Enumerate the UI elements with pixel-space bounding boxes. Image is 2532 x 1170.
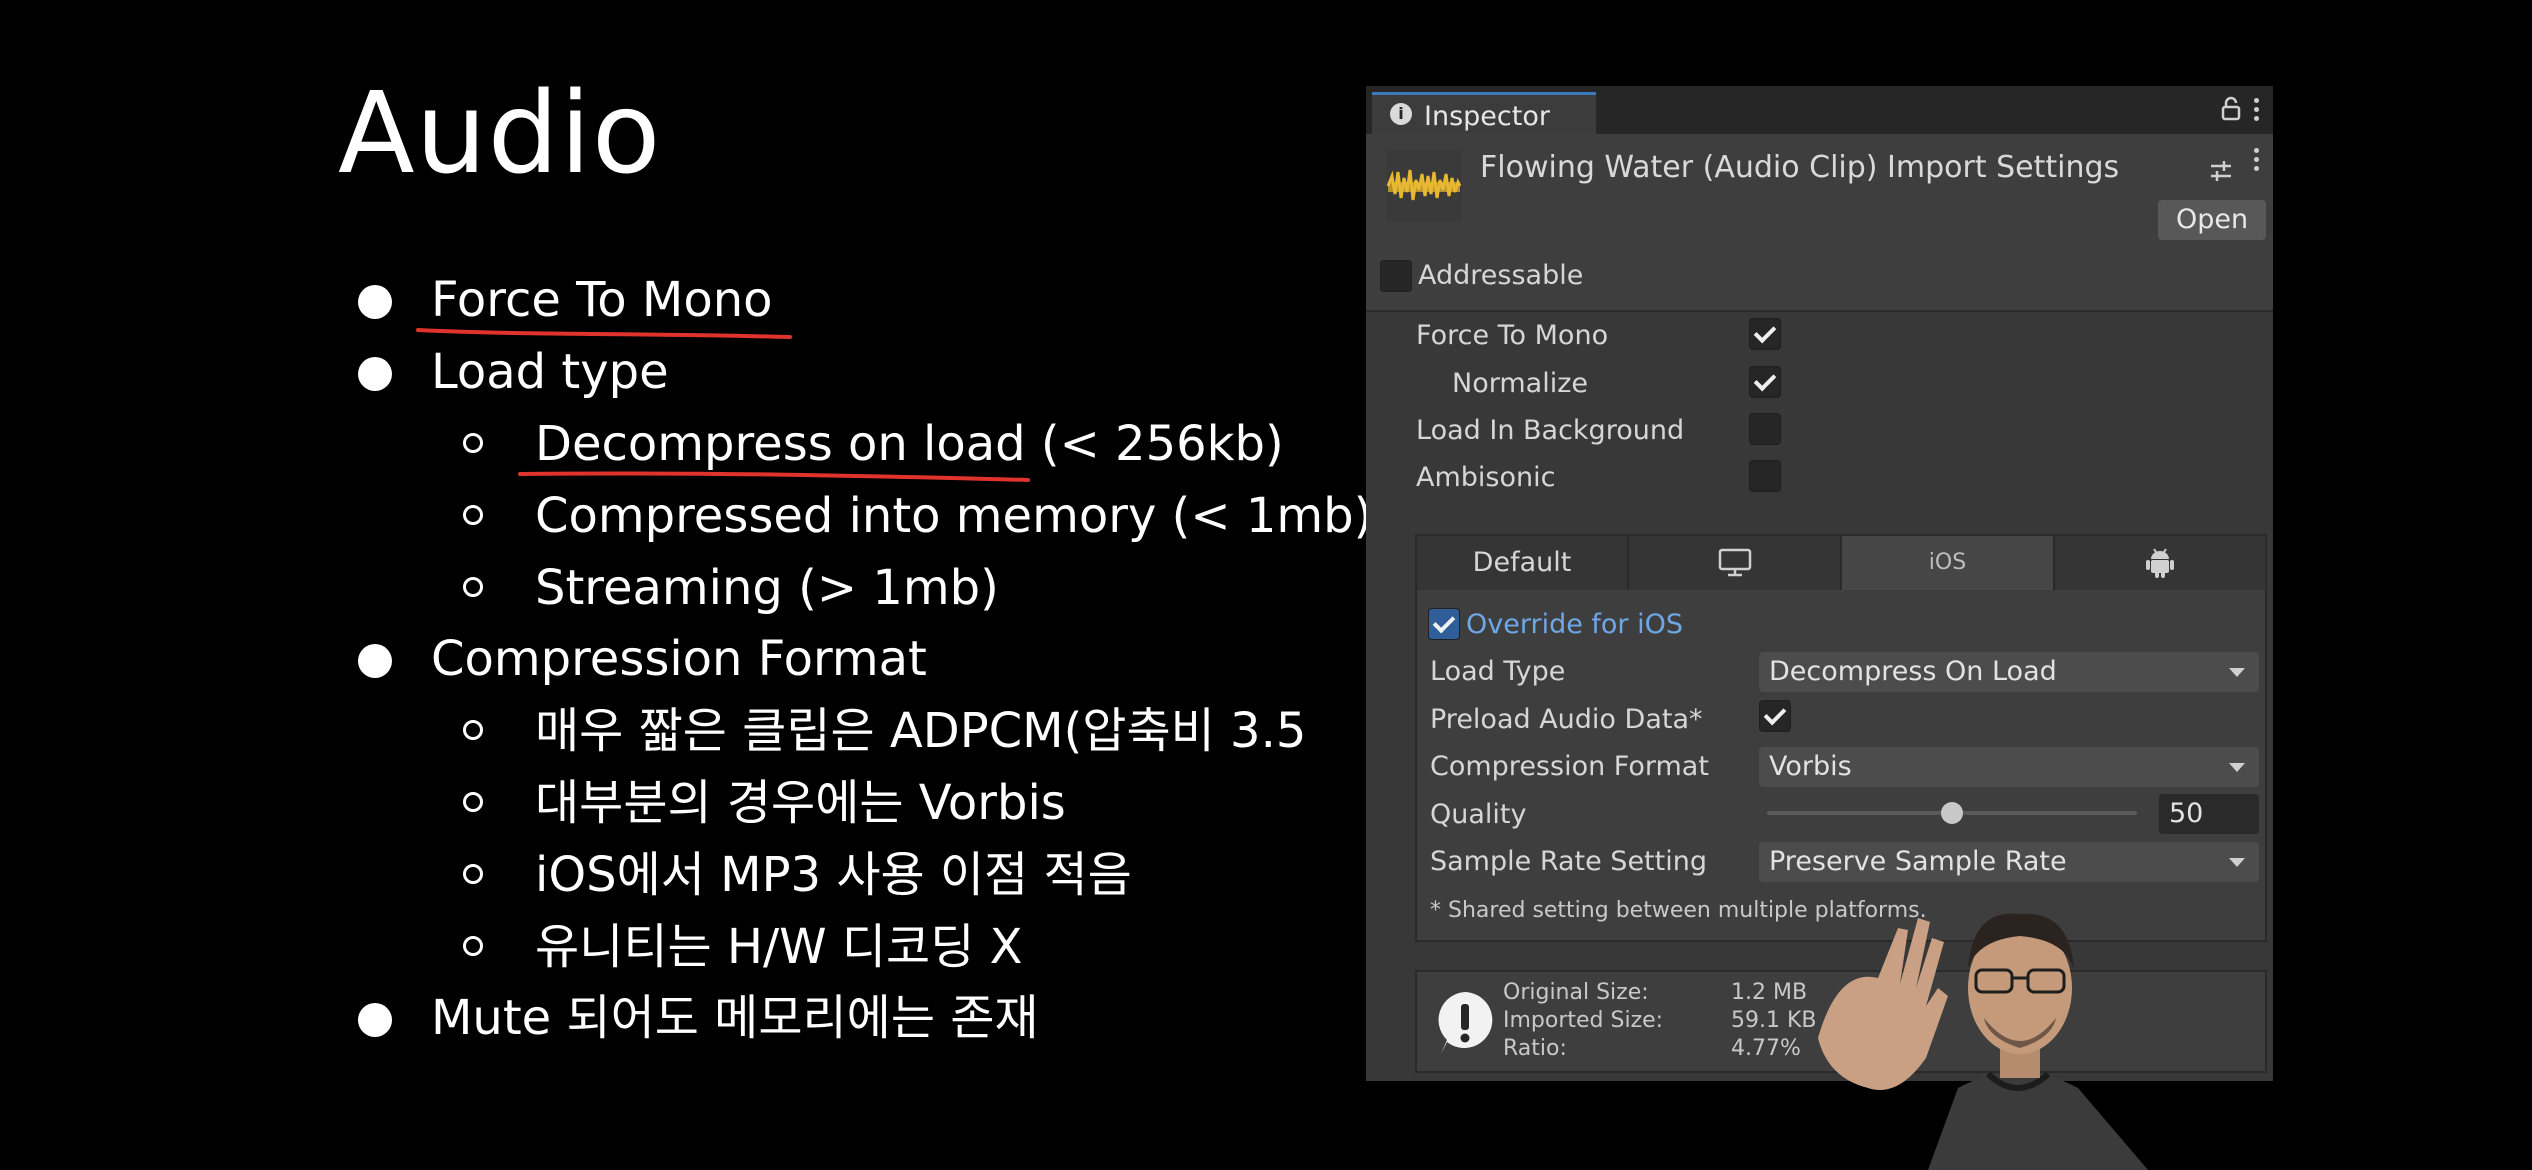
tab-android[interactable] (2055, 536, 2265, 590)
inspector-tab-bar: i Inspector (1366, 86, 2273, 134)
preload-audio-label: Preload Audio Data* (1430, 704, 1703, 735)
preload-audio-checkbox[interactable] (1759, 700, 1791, 732)
compression-format-value: Vorbis (1769, 751, 1852, 782)
compression-format-label: Compression Format (1430, 751, 1709, 782)
underline-decompress-on-load (518, 471, 1030, 482)
load-type-value: Decompress On Load (1769, 656, 2057, 687)
quality-slider-handle[interactable] (1941, 802, 1963, 824)
ambisonic-label: Ambisonic (1416, 462, 1556, 493)
ratio-value: 4.77% (1731, 1036, 1801, 1061)
load-type-label: Load Type (1430, 656, 1566, 687)
addressable-label: Addressable (1418, 260, 1584, 291)
ambisonic-checkbox[interactable] (1749, 460, 1781, 492)
chevron-down-icon (2229, 763, 2245, 772)
load-type-dropdown[interactable]: Decompress On Load (1759, 652, 2259, 692)
imported-size-value: 59.1 KB (1731, 1008, 1817, 1033)
tab-standalone[interactable] (1629, 536, 1842, 590)
android-icon (2146, 548, 2174, 578)
tab-inspector-label: Inspector (1424, 101, 1550, 132)
asset-title: Flowing Water (Audio Clip) Import Settin… (1480, 150, 2120, 185)
tab-inspector[interactable]: i Inspector (1372, 92, 1596, 134)
addressable-checkbox[interactable] (1380, 260, 1412, 292)
monitor-icon (1718, 548, 1751, 577)
handwritten-underlines (416, 328, 1030, 482)
chevron-down-icon (2229, 858, 2245, 867)
override-label: Override for iOS (1466, 609, 1684, 640)
audio-clip-icon (1386, 150, 1462, 222)
info-speech-bubble-icon (1438, 992, 1493, 1054)
tab-ios-label: iOS (1928, 550, 1967, 575)
sample-rate-label: Sample Rate Setting (1430, 846, 1707, 877)
tab-ios[interactable]: iOS (1842, 536, 2055, 590)
tab-default[interactable]: Default (1417, 536, 1629, 590)
quality-label: Quality (1430, 799, 1527, 830)
asset-header: Flowing Water (Audio Clip) Import Settin… (1366, 134, 2273, 242)
underline-force-to-mono (416, 328, 792, 339)
compression-format-dropdown[interactable]: Vorbis (1759, 747, 2259, 787)
lock-icon[interactable] (2218, 96, 2244, 122)
sample-rate-value: Preserve Sample Rate (1769, 846, 2067, 877)
override-checkbox[interactable] (1428, 608, 1460, 640)
force-to-mono-checkbox[interactable] (1749, 318, 1781, 350)
normalize-label: Normalize (1452, 368, 1588, 399)
sample-rate-dropdown[interactable]: Preserve Sample Rate (1759, 842, 2259, 882)
inspector-menu-icon[interactable] (2254, 98, 2260, 124)
presenter-video (1818, 913, 2148, 1170)
load-in-background-checkbox[interactable] (1749, 413, 1781, 445)
addressable-row: Addressable (1366, 242, 2273, 312)
tab-default-label: Default (1472, 547, 1572, 578)
platform-settings: Default iOS Override for iOS Load Type D… (1415, 534, 2267, 942)
original-size-value: 1.2 MB (1731, 980, 1808, 1005)
info-icon: i (1390, 103, 1412, 125)
force-to-mono-label: Force To Mono (1416, 320, 1609, 351)
bullet-list: Force To Mono Load type Decompress on lo… (0, 0, 1370, 1170)
quality-input[interactable]: 50 (2159, 794, 2259, 834)
open-button[interactable]: Open (2158, 200, 2266, 240)
imported-size-label: Imported Size: (1503, 1008, 1664, 1033)
load-in-background-label: Load In Background (1416, 415, 1685, 446)
asset-menu-icon[interactable] (2254, 148, 2260, 174)
original-size-label: Original Size: (1503, 980, 1649, 1005)
chevron-down-icon (2229, 668, 2245, 677)
presets-icon[interactable] (2208, 158, 2234, 184)
ratio-label: Ratio: (1503, 1036, 1567, 1061)
normalize-checkbox[interactable] (1749, 366, 1781, 398)
